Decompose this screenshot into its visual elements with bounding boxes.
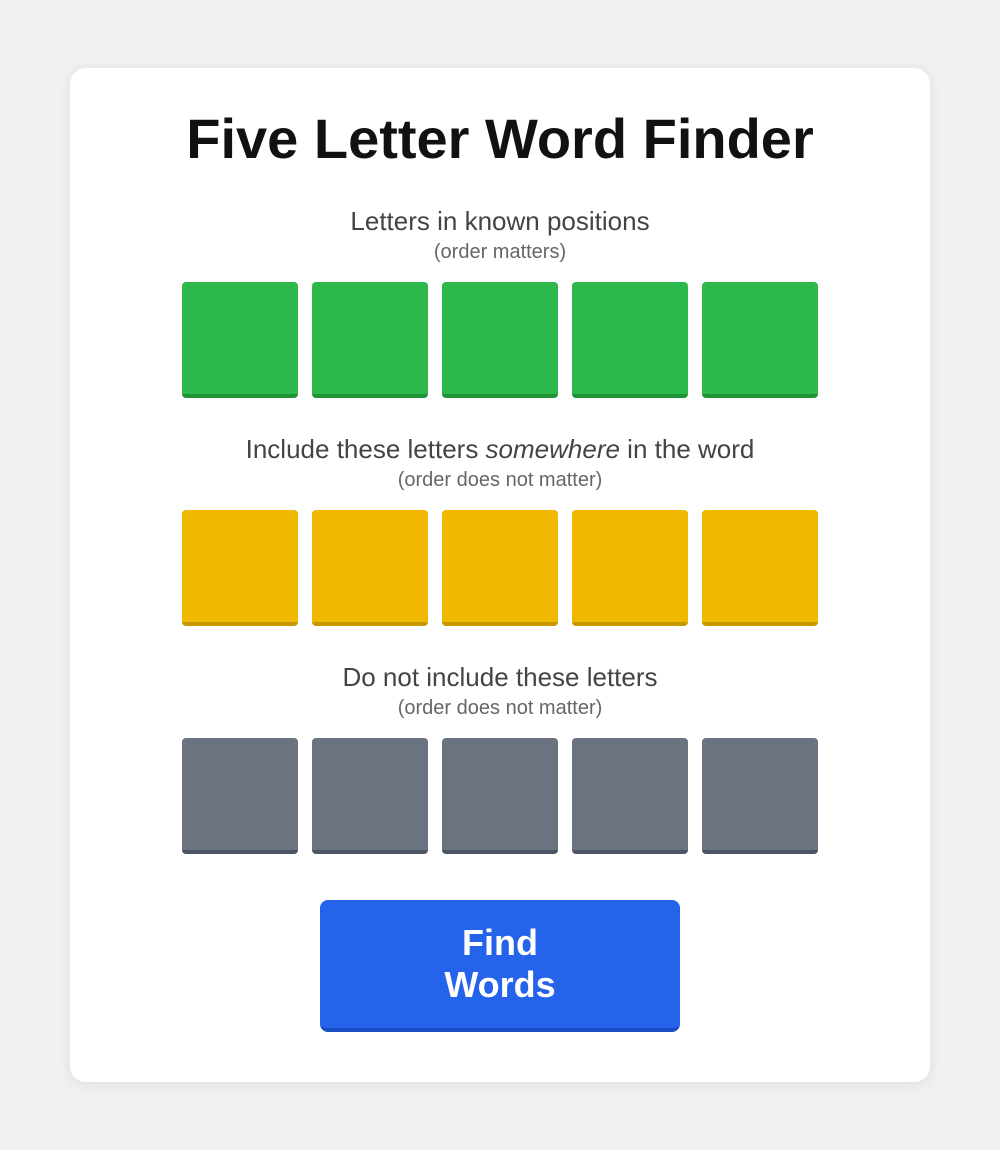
- section-somewhere-title-italic: somewhere: [486, 434, 620, 464]
- exclude-tile-3[interactable]: [442, 738, 558, 854]
- exclude-tiles-row: [182, 738, 818, 854]
- section-exclude: Do not include these letters (order does…: [130, 662, 870, 854]
- somewhere-tile-2[interactable]: [312, 510, 428, 626]
- section-somewhere-title-prefix: Include these letters: [246, 434, 486, 464]
- section-known-positions: Letters in known positions (order matter…: [130, 206, 870, 398]
- exclude-tile-5[interactable]: [702, 738, 818, 854]
- somewhere-tile-3[interactable]: [442, 510, 558, 626]
- section-known-subtitle: (order matters): [434, 241, 566, 264]
- main-card: Five Letter Word Finder Letters in known…: [70, 68, 930, 1082]
- known-tile-2[interactable]: [312, 282, 428, 398]
- known-tile-3[interactable]: [442, 282, 558, 398]
- somewhere-tile-1[interactable]: [182, 510, 298, 626]
- section-known-title: Letters in known positions: [350, 206, 649, 237]
- known-tiles-row: [182, 282, 818, 398]
- somewhere-tile-5[interactable]: [702, 510, 818, 626]
- section-somewhere-title-suffix: in the word: [620, 434, 754, 464]
- section-somewhere: Include these letters somewhere in the w…: [130, 434, 870, 626]
- section-exclude-title: Do not include these letters: [342, 662, 657, 693]
- somewhere-tiles-row: [182, 510, 818, 626]
- exclude-tile-4[interactable]: [572, 738, 688, 854]
- known-tile-4[interactable]: [572, 282, 688, 398]
- exclude-tile-2[interactable]: [312, 738, 428, 854]
- section-exclude-subtitle: (order does not matter): [398, 697, 603, 720]
- section-somewhere-subtitle: (order does not matter): [398, 469, 603, 492]
- page-title: Five Letter Word Finder: [186, 108, 813, 170]
- known-tile-5[interactable]: [702, 282, 818, 398]
- somewhere-tile-4[interactable]: [572, 510, 688, 626]
- exclude-tile-1[interactable]: [182, 738, 298, 854]
- known-tile-1[interactable]: [182, 282, 298, 398]
- find-words-button[interactable]: Find Words: [320, 900, 680, 1032]
- section-somewhere-title: Include these letters somewhere in the w…: [246, 434, 755, 465]
